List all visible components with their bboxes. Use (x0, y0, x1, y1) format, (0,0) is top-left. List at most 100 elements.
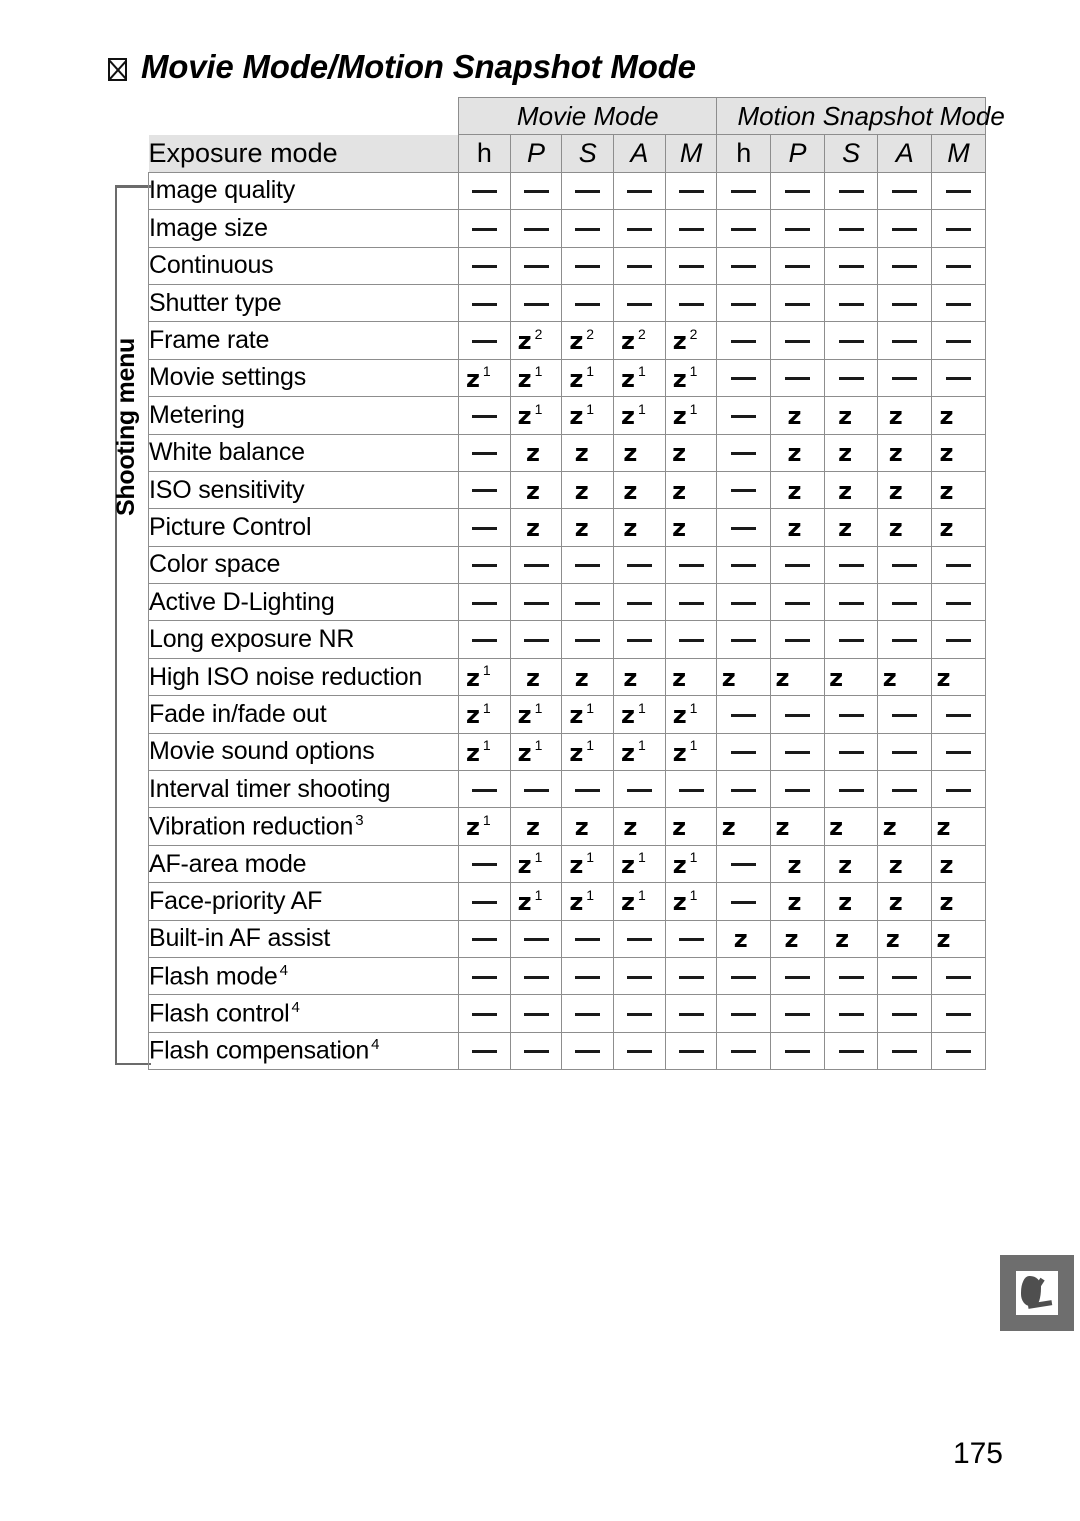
dash-icon (678, 938, 704, 942)
cell-not-available (613, 246, 666, 285)
check-glyph: z (621, 701, 635, 730)
cell-not-available (716, 620, 772, 659)
cell-available: z (877, 433, 933, 472)
dash-icon (471, 863, 497, 867)
cell-not-available (931, 358, 986, 398)
check-glyph: z (787, 439, 802, 468)
cell-not-available (509, 246, 563, 285)
cell-footnote: 1 (534, 363, 543, 380)
cell-not-available (823, 545, 879, 585)
row-label: Flash control 4 (148, 994, 459, 1033)
cell-not-available (613, 583, 666, 622)
cell-not-available (877, 994, 933, 1033)
check-glyph: z (465, 364, 480, 393)
cell-footnote: 2 (637, 325, 646, 342)
cell-available: z (770, 508, 825, 547)
cell-footnote: 1 (689, 849, 698, 866)
check-glyph: z (888, 439, 903, 468)
cell-not-available (877, 283, 933, 323)
row-label: Shutter type (148, 283, 459, 323)
cell-available: z1 (509, 695, 563, 734)
dash-icon (471, 564, 497, 568)
dash-icon (784, 1050, 810, 1054)
cell-not-available (509, 209, 563, 248)
cell-not-available (613, 620, 666, 659)
row-label: Continuous (148, 246, 459, 285)
cell-not-available (877, 358, 933, 398)
cell-available: z (877, 919, 933, 958)
cell-footnote: 1 (586, 363, 595, 380)
cell-not-available (931, 209, 986, 248)
check-glyph: z (672, 663, 687, 692)
cell-not-available (458, 470, 511, 510)
cell-not-available (561, 171, 615, 211)
dash-icon (523, 938, 549, 942)
dash-icon (678, 190, 704, 194)
cell-not-available (458, 583, 511, 622)
dash-icon (784, 564, 810, 568)
dash-icon (784, 639, 810, 643)
dash-icon (892, 190, 918, 194)
cell-available: z (770, 433, 825, 472)
check-glyph: z (465, 663, 480, 692)
dash-icon (784, 377, 810, 381)
dash-icon (892, 265, 918, 269)
check-glyph: z (829, 813, 844, 842)
cell-available: z (613, 508, 666, 547)
dash-icon (678, 564, 704, 568)
dash-icon (892, 302, 918, 306)
cell-not-available (877, 321, 933, 360)
check-glyph: z (465, 701, 480, 730)
cell-not-available (458, 956, 511, 996)
dash-icon (838, 339, 864, 343)
cell-not-available (509, 583, 563, 622)
cell-not-available (458, 1031, 511, 1071)
dash-icon (945, 339, 971, 343)
cell-not-available (458, 283, 511, 323)
check-glyph: z (784, 925, 799, 954)
cell-not-available (877, 583, 933, 622)
dash-icon (838, 377, 864, 381)
cell-available: z (931, 508, 986, 547)
dash-icon (945, 975, 971, 979)
cell-available: z1 (458, 732, 511, 772)
cell-not-available (823, 956, 879, 996)
table-row: Interval timer shooting (148, 770, 986, 809)
row-label-footnote: 4 (291, 998, 300, 1016)
movie-motion-snapshot-spec-table: Movie Mode Motion Snapshot Mode Exposure… (148, 96, 1005, 1071)
cell-available: z (823, 844, 879, 884)
cell-not-available (458, 171, 511, 211)
cell-available: z1 (509, 732, 563, 772)
cell-not-available (770, 545, 825, 585)
dash-icon (471, 938, 497, 942)
dash-icon (784, 265, 810, 269)
dash-icon (731, 639, 757, 643)
check-glyph: z (526, 513, 541, 542)
cell-not-available (877, 171, 933, 211)
cell-not-available (716, 470, 772, 510)
cell-footnote: 1 (534, 886, 543, 903)
cell-not-available (931, 994, 986, 1033)
dash-icon (784, 751, 810, 755)
check-glyph: z (939, 476, 954, 505)
row-label: Frame rate (148, 321, 459, 360)
dash-icon (523, 190, 549, 194)
cell-footnote: 2 (534, 325, 543, 342)
dash-icon (626, 601, 652, 605)
check-glyph: z (672, 888, 687, 917)
cell-not-available (664, 171, 718, 211)
check-glyph: z (517, 850, 532, 879)
check-glyph: z (882, 663, 897, 692)
cell-not-available (823, 770, 879, 809)
cell-not-available (613, 1031, 666, 1071)
cell-not-available (561, 246, 615, 285)
check-glyph: z (574, 663, 589, 692)
dash-icon (838, 751, 864, 755)
check-glyph: z (621, 401, 635, 430)
check-glyph: z (672, 327, 687, 356)
mode-column-movie-p: P (509, 134, 563, 173)
cell-available: z1 (664, 844, 718, 884)
row-label: Image quality (148, 171, 459, 211)
cell-not-available (823, 209, 879, 248)
check-glyph: z (672, 701, 687, 730)
